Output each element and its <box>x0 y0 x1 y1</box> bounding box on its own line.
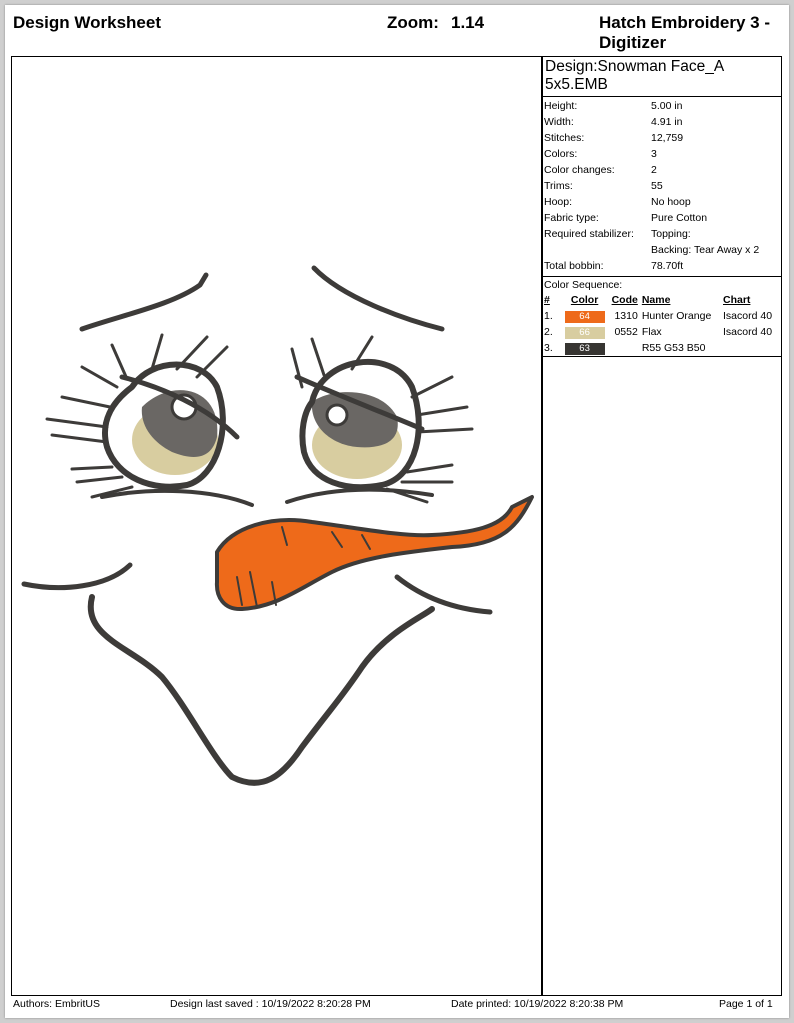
design-info-panel: Design:Snowman Face_A 5x5.EMB Height: 5.0… <box>541 56 782 996</box>
left-lower-lash-2 <box>75 475 124 484</box>
color-name: Hunter Orange <box>641 310 712 322</box>
color-row: 1. 64 1310 Hunter Orange Isacord 40 <box>542 308 781 324</box>
property-value: Backing: Tear Away x 2 <box>651 244 760 256</box>
footer-page-number: Page 1 of 1 <box>719 998 773 1010</box>
color-name: Flax <box>641 326 662 338</box>
property-value: Pure Cotton <box>651 212 708 224</box>
left-lower-lash-1 <box>70 465 114 471</box>
snowman-face-design <box>21 265 534 786</box>
color-sequence-header: # Color Code Name Chart <box>542 293 781 308</box>
carrot-nose <box>214 495 534 612</box>
footer-last-saved: Design last saved : 10/19/2022 8:20:28 P… <box>170 998 371 1010</box>
worksheet-page: Design Worksheet Zoom: 1.14 Hatch Embroi… <box>5 5 789 1018</box>
property-value: Topping: <box>651 228 691 240</box>
property-value: 5.00 in <box>651 100 683 112</box>
right-eyebrow <box>311 265 445 332</box>
property-value: 78.70ft <box>651 260 684 272</box>
color-cell: 64 <box>563 308 606 324</box>
property-value: 12,759 <box>651 132 684 144</box>
design-canvas <box>11 56 543 996</box>
color-swatch: 64 <box>564 311 605 323</box>
right-cheek <box>394 574 493 615</box>
column-header-num: # <box>544 294 550 306</box>
property-label: Colors: <box>544 148 578 160</box>
left-lash-5 <box>110 343 129 381</box>
footer-authors: Authors: EmbritUS <box>13 998 100 1010</box>
column-header-code: Code <box>611 294 638 306</box>
right-lash-6 <box>415 427 474 434</box>
color-swatch: 66 <box>564 327 605 339</box>
color-number: 3. <box>544 342 553 354</box>
left-under-eye <box>100 488 254 507</box>
zoom-value: 1.14 <box>451 13 485 32</box>
design-properties: Height: 5.00 in Width: 4.91 in Stitches: 12… <box>542 97 781 277</box>
property-row: Trims: 55 <box>542 178 781 194</box>
property-row: Total bobbin: 78.70ft <box>542 258 781 274</box>
left-cheek <box>21 562 133 591</box>
property-value: 3 <box>651 148 657 160</box>
zoom-label: Zoom: <box>387 13 439 32</box>
color-row: 2. 66 0552 Flax Isacord 40 <box>542 324 781 340</box>
left-lash-1 <box>80 365 119 389</box>
property-row: Stitches: 12,759 <box>542 130 781 146</box>
color-chart: Isacord 40 <box>723 310 773 322</box>
right-eye-highlight <box>325 403 349 427</box>
property-label: Height: <box>544 100 578 112</box>
color-cell: 66 <box>563 324 606 340</box>
footer-date-printed: Date printed: 10/19/2022 8:20:38 PM <box>451 998 624 1010</box>
color-name: R55 G53 B50 <box>641 342 706 354</box>
property-label: Hoop: <box>544 196 573 208</box>
left-lash-2 <box>60 395 112 409</box>
mouth <box>87 594 435 786</box>
color-row: 3. 63 R55 G53 B50 <box>542 340 781 356</box>
right-lash-2 <box>310 337 326 377</box>
left-lash-8 <box>195 345 229 379</box>
application-name: Hatch Embroidery 3 - Digitizer <box>599 13 770 52</box>
right-lash-1 <box>290 347 304 389</box>
right-lash-5 <box>415 405 469 417</box>
property-row: Color changes: 2 <box>542 162 781 178</box>
property-label: Total bobbin: <box>544 260 604 272</box>
property-label <box>542 242 651 258</box>
color-chart: Isacord 40 <box>723 326 773 338</box>
property-row: Hoop: No hoop <box>542 194 781 210</box>
property-label: Width: <box>544 116 574 128</box>
worksheet-title: Design Worksheet <box>13 13 162 32</box>
property-label: Fabric type: <box>544 212 599 224</box>
column-header-color: Color <box>570 294 599 306</box>
property-row: Height: 5.00 in <box>542 98 781 114</box>
color-sequence-table: 1. 64 1310 Hunter Orange Isacord 40 2. 6… <box>542 308 781 357</box>
left-lash-4 <box>50 433 109 444</box>
property-value: 2 <box>651 164 657 176</box>
color-code: 0552 <box>614 326 638 338</box>
left-lash-3 <box>45 417 109 429</box>
property-row: Width: 4.91 in <box>542 114 781 130</box>
worksheet-footer: Authors: EmbritUS Design last saved : 10… <box>5 994 789 1014</box>
right-lower-lash-1 <box>405 463 454 474</box>
color-cell: 63 <box>563 340 606 356</box>
property-label: Stitches: <box>544 132 585 144</box>
property-row: Backing: Tear Away x 2 <box>542 242 781 258</box>
left-eyebrow <box>79 272 209 332</box>
property-value: 4.91 in <box>651 116 683 128</box>
design-name: Design:Snowman Face_A 5x5.EMB <box>542 57 781 97</box>
property-row: Colors: 3 <box>542 146 781 162</box>
property-label: Color changes: <box>544 164 615 176</box>
color-swatch: 63 <box>564 343 605 355</box>
column-header-name: Name <box>641 294 671 306</box>
right-lash-4 <box>410 375 454 399</box>
property-value: No hoop <box>651 196 691 208</box>
property-row: Required stabilizer: Topping: <box>542 226 781 242</box>
property-label: Required stabilizer: <box>544 228 634 240</box>
color-code: 1310 <box>614 310 638 322</box>
property-row: Fabric type: Pure Cotton <box>542 210 781 226</box>
color-number: 1. <box>544 310 553 322</box>
color-number: 2. <box>544 326 553 338</box>
property-label: Trims: <box>544 180 573 192</box>
property-value: 55 <box>651 180 663 192</box>
color-sequence-heading: Color Sequence: <box>544 279 623 291</box>
column-header-chart: Chart <box>723 294 751 306</box>
